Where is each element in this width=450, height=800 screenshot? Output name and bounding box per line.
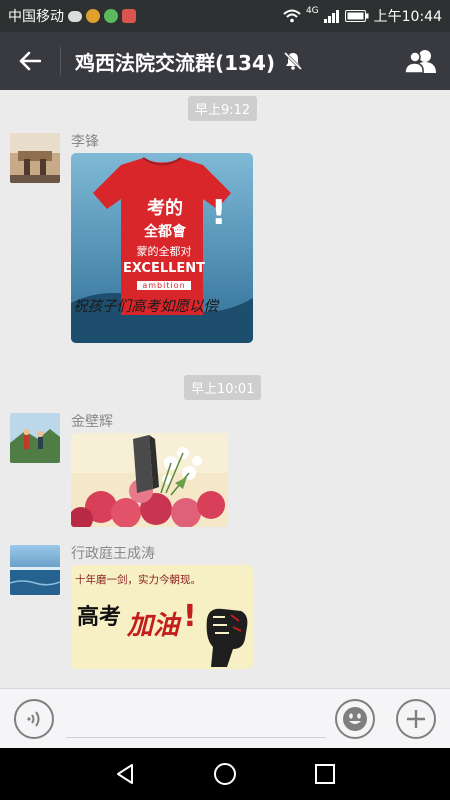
image-exclamation: ! [211,193,227,233]
map-notification-icon [122,9,136,23]
arrow-left-icon [19,51,41,71]
image-message[interactable]: 十年磨一剑，实力今朝现。 高考 加油 ! [71,565,253,669]
emoji-button[interactable] [335,699,375,739]
image-text-line4: EXCELLENT [122,261,206,276]
message-item: 行政庭王成涛 十年磨一剑，实力今朝现。 高考 加油 ! [10,545,253,669]
image-message[interactable] [71,433,228,527]
nav-home-button[interactable] [210,760,240,788]
group-members-button[interactable] [392,32,450,90]
chat-header: 鸡西法院交流群(134) [0,32,450,90]
image-text-word1: 高考 [77,604,122,630]
sender-name: 行政庭王成涛 [71,546,155,562]
image-message[interactable]: 考的 全都會 ! 蒙的全都对 EXCELLENT ambition 祝孩子们高考… [71,153,253,343]
fist-illustration [206,608,248,667]
app-notification-icon [104,9,118,23]
timestamp-chip: 早上9:12 [188,96,258,121]
text-input-underline[interactable] [66,737,326,738]
status-bar: 中国移动 4G 上午10:44 [0,0,450,32]
back-button[interactable] [0,32,60,90]
clock: 上午10:44 [373,9,442,25]
square-recents-icon [315,764,335,784]
wifi-icon [283,9,301,23]
triangle-back-icon [117,764,133,784]
avatar[interactable] [10,413,60,463]
message-item: 金壁辉 [10,413,228,527]
image-text-top: 十年磨一剑，实力今朝现。 [75,574,201,586]
nav-recents-button[interactable] [310,760,340,788]
voice-button[interactable] [14,699,54,739]
image-text-word2: 加油 [127,611,180,641]
more-options-button[interactable] [396,699,436,739]
chat-notification-icon [68,10,82,22]
message-input-bar [0,688,450,748]
image-text-line5: ambition [137,281,191,290]
image-text-line3: 蒙的全都对 [136,245,192,258]
voice-icon [27,711,40,727]
nav-back-button[interactable] [110,760,140,788]
image-text-mark: ! [183,599,197,634]
page-title: 鸡西法院交流群(134) [75,50,276,75]
avatar[interactable] [10,133,60,183]
carrier-label: 中国移动 [8,9,64,25]
network-type: 4G [305,6,319,16]
system-nav-bar [0,748,450,800]
emoji-icon [343,707,367,731]
message-item: 李锋 考的 全都會 ! 蒙的全都对 EXCELLENT ambition 祝孩子 [10,133,253,343]
image-text-line1: 考的 [147,198,183,219]
avatar[interactable] [10,545,60,595]
signal-icon [323,9,339,23]
battery-icon [344,10,369,22]
plus-icon [407,710,425,728]
weibo-notification-icon [86,9,100,23]
chat-message-list[interactable]: 早上9:12 李锋 考的 全都會 ! 蒙的全都对 EXCELLENT ambit… [0,90,450,688]
image-text-line2: 全都會 [144,224,186,240]
timestamp-chip: 早上10:01 [184,375,262,400]
image-caption: 祝孩子们高考如愿以偿 [73,299,218,315]
header-divider [60,47,61,75]
circle-home-icon [214,763,236,785]
group-members-icon [404,50,436,73]
sender-name: 金壁辉 [71,414,113,430]
bell-muted-icon [283,51,303,71]
sender-name: 李锋 [71,134,99,150]
